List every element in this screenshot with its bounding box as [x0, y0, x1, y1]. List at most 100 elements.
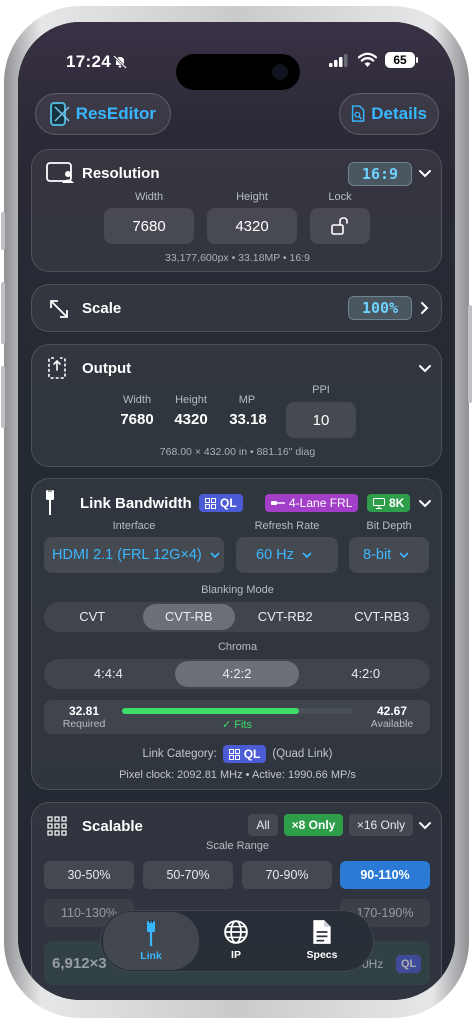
width-input[interactable]: 7680: [104, 208, 194, 244]
interface-label: Interface: [112, 520, 156, 532]
filter-all[interactable]: All: [248, 814, 278, 836]
link-bandwidth-title: Link Bandwidth: [80, 495, 192, 512]
camera-icon: [272, 64, 288, 80]
ppi-input[interactable]: 10: [286, 402, 356, 438]
chevron-down-icon[interactable]: [418, 362, 432, 376]
app-name: ResEditor: [75, 104, 156, 123]
bit-depth-select[interactable]: 8-bit: [349, 537, 429, 573]
output-title: Output: [82, 360, 132, 377]
chevron-down-icon: [210, 552, 220, 559]
available-label: Available: [370, 718, 414, 730]
result-tag: QL: [396, 955, 422, 973]
chevron-down-icon[interactable]: [418, 819, 432, 833]
scale-title: Scale: [82, 300, 122, 317]
chroma-segmented: 4:4:4 4:2:2 4:2:0: [44, 659, 430, 689]
frl-tag: 4-Lane FRL: [265, 494, 359, 512]
blanking-option-cvt-rb2[interactable]: CVT-RB2: [239, 604, 332, 630]
range-90-110[interactable]: 90-110%: [340, 861, 430, 889]
action-button: [1, 212, 5, 250]
interface-select[interactable]: HDMI 2.1 (FRL 12G×4): [44, 537, 224, 573]
chevron-right-icon[interactable]: [418, 301, 432, 315]
range-50-70[interactable]: 50-70%: [143, 861, 233, 889]
height-label: Height: [236, 191, 268, 203]
output-height-value: 4320: [174, 411, 208, 428]
required-label: Required: [62, 718, 106, 730]
chevron-down-icon[interactable]: [418, 497, 432, 511]
tab-specs[interactable]: Specs: [289, 911, 359, 971]
filter-x16-only[interactable]: ×16 Only: [349, 814, 413, 836]
export-icon: [48, 357, 66, 379]
scale-value-badge: 100%: [348, 296, 412, 320]
aspect-ratio-badge[interactable]: 16:9: [348, 162, 412, 186]
blanking-mode-label: Blanking Mode: [201, 584, 274, 596]
battery-indicator: 65: [385, 52, 418, 68]
chroma-option-420[interactable]: 4:2:0: [303, 661, 428, 687]
lock-label: Lock: [328, 191, 352, 203]
output-mp-label: MP: [238, 394, 256, 406]
frl-tag-label: 4-Lane FRL: [289, 496, 353, 510]
status-bar: 17:24 65: [18, 22, 455, 92]
output-width-value: 7680: [120, 411, 154, 428]
chevron-down-icon: [399, 552, 409, 559]
bandwidth-meter: 32.81 Required ✓ Fits 42.67 Available: [44, 700, 430, 734]
link-category-row: Link Category: QL (Quad Link): [32, 743, 443, 765]
resize-arrows-icon: [50, 300, 68, 318]
tab-ip[interactable]: IP: [220, 911, 290, 971]
globe-icon: [224, 920, 248, 944]
link-category-tag: QL: [222, 745, 267, 763]
bandwidth-fill: [122, 708, 299, 714]
bit-depth-label: Bit Depth: [366, 520, 412, 532]
output-ppi-label: PPI: [312, 384, 330, 396]
output-card: Output PPI Width Height MP 7680 4320 33.…: [31, 344, 442, 467]
volume-up-button: [1, 282, 5, 344]
dynamic-island: [176, 54, 300, 90]
blanking-option-cvt-rb[interactable]: CVT-RB: [142, 604, 235, 630]
document-search-icon: [351, 105, 365, 122]
resolution-card: Resolution 16:9 Width Height Lock 7680 4…: [31, 149, 442, 272]
8k-tag-label: 8K: [389, 496, 405, 510]
fits-status: ✓ Fits: [222, 719, 252, 731]
blanking-mode-segmented: CVT CVT-RB CVT-RB2 CVT-RB3: [44, 602, 430, 632]
result-resolution: 6,912×3: [52, 955, 107, 972]
volume-down-button: [1, 366, 5, 428]
link-bandwidth-card: Link Bandwidth QL 4-Lane FRL 8K Interfac…: [31, 478, 442, 790]
cable-connector-icon: [147, 920, 155, 946]
grid-icon: [205, 497, 216, 509]
tab-ip-label: IP: [231, 949, 241, 961]
details-label: Details: [371, 104, 427, 123]
tab-link[interactable]: Link: [103, 912, 199, 970]
resolution-summary: 33,177,600px • 33.18MP • 16:9: [165, 252, 310, 264]
refresh-rate-label: Refresh Rate: [254, 520, 320, 532]
display-person-icon: [46, 162, 74, 183]
bell-slash-icon: [113, 55, 127, 69]
required-value: 32.81: [68, 704, 100, 718]
cable-connector-icon: [46, 489, 54, 515]
chroma-option-444[interactable]: 4:4:4: [46, 661, 171, 687]
height-input[interactable]: 4320: [207, 208, 297, 244]
link-category-tag-label: QL: [243, 747, 261, 761]
scale-card[interactable]: Scale 100%: [31, 284, 442, 332]
output-width-label: Width: [122, 394, 152, 406]
unlock-icon: [331, 217, 348, 235]
link-category-label: Link Category:: [142, 748, 217, 760]
filter-x8-only[interactable]: ×8 Only: [284, 814, 343, 836]
details-button[interactable]: Details: [339, 93, 439, 135]
range-30-50[interactable]: 30-50%: [44, 861, 134, 889]
range-70-90[interactable]: 70-90%: [242, 861, 332, 889]
chevron-down-icon[interactable]: [418, 167, 432, 181]
interface-value: HDMI 2.1 (FRL 12G×4): [52, 547, 202, 563]
blanking-option-cvt[interactable]: CVT: [46, 604, 139, 630]
scale-range-label: Scale Range: [206, 840, 269, 852]
scalable-title: Scalable: [82, 818, 143, 835]
wifi-icon: [358, 52, 377, 67]
tab-specs-label: Specs: [306, 949, 338, 961]
refresh-rate-select[interactable]: 60 Hz: [236, 537, 338, 573]
app-menu-button[interactable]: ResEditor: [35, 93, 171, 135]
chevron-down-icon: [302, 552, 312, 559]
chroma-option-422[interactable]: 4:2:2: [174, 661, 300, 687]
output-mp-value: 33.18: [229, 411, 267, 428]
blanking-option-cvt-rb3[interactable]: CVT-RB3: [336, 604, 429, 630]
lock-toggle[interactable]: [310, 208, 370, 244]
link-category-note: (Quad Link): [272, 748, 333, 760]
tab-bar: Link IP Specs: [100, 910, 374, 972]
